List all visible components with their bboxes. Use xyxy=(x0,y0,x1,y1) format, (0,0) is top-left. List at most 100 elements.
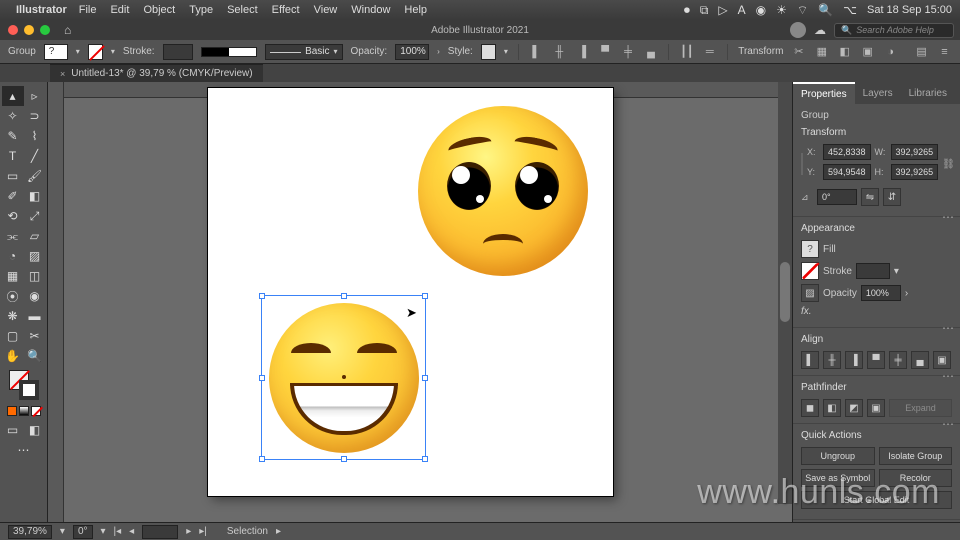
distribute-h-icon[interactable]: ┃┃ xyxy=(679,45,694,58)
cc-icon[interactable]: ◉ xyxy=(756,3,766,17)
menu-file[interactable]: File xyxy=(79,4,97,16)
panel-menu-icon[interactable]: ≡ xyxy=(937,46,952,58)
home-icon[interactable]: ⌂ xyxy=(64,23,71,37)
link-wh-icon[interactable]: ⛓ xyxy=(942,159,955,170)
menu-object[interactable]: Object xyxy=(143,4,175,16)
shape-builder-tool[interactable]: ◔ xyxy=(2,246,24,266)
stroke-dropdown-icon[interactable]: ▾ xyxy=(111,47,115,56)
align-bottom-btn[interactable]: ▄ xyxy=(911,351,929,369)
eraser-tool[interactable]: ◧ xyxy=(24,186,46,206)
color-mode-none[interactable] xyxy=(31,406,41,416)
width-tool[interactable]: ⫘ xyxy=(2,226,24,246)
play-icon[interactable]: ▷ xyxy=(718,3,727,17)
pf-minus-btn[interactable]: ◧ xyxy=(823,399,841,417)
mask-icon[interactable]: ◧ xyxy=(837,45,852,58)
selection-bounding-box[interactable] xyxy=(261,295,426,460)
eyedropper-tool[interactable]: ⦿ xyxy=(2,286,24,306)
stroke-swatch-panel[interactable] xyxy=(801,262,819,280)
free-transform-tool[interactable]: ▱ xyxy=(24,226,46,246)
opacity-icon[interactable]: ▨ xyxy=(801,284,819,302)
magic-wand-tool[interactable]: ✧ xyxy=(2,106,24,126)
stroke-indicator[interactable] xyxy=(19,380,39,400)
align-top-btn[interactable]: ▀ xyxy=(867,351,885,369)
vertical-scrollbar[interactable] xyxy=(778,82,792,504)
resize-handle-sw[interactable] xyxy=(259,456,265,462)
screen-mode-tool[interactable]: ▭ xyxy=(2,420,24,440)
paintbrush-tool[interactable]: 🖌 xyxy=(24,166,46,186)
menu-effect[interactable]: Effect xyxy=(272,4,300,16)
gradient-tool[interactable]: ◫ xyxy=(24,266,46,286)
stroke-swatch[interactable] xyxy=(88,44,103,60)
artboard-number-field[interactable] xyxy=(142,525,178,539)
zoom-tool[interactable]: 🔍 xyxy=(24,346,46,366)
help-search[interactable]: 🔍 Search Adobe Help xyxy=(834,23,954,38)
recolor-icon[interactable]: ◑ xyxy=(883,46,898,58)
tab-libraries[interactable]: Libraries xyxy=(901,82,955,104)
graph-tool[interactable]: ▬ xyxy=(24,306,46,326)
flip-h-icon[interactable]: ⇋ xyxy=(861,188,879,206)
rotate-view-field[interactable]: 0° xyxy=(73,525,93,539)
save-symbol-button[interactable]: Save as Symbol xyxy=(801,469,875,487)
pathfinder-more-icon[interactable]: ⋯ xyxy=(942,417,954,431)
reference-point-widget[interactable] xyxy=(801,153,803,175)
transform-label[interactable]: Transform xyxy=(738,46,783,57)
symbol-sprayer-tool[interactable]: ❋ xyxy=(2,306,24,326)
pf-intersect-btn[interactable]: ◩ xyxy=(845,399,863,417)
screen-icon[interactable]: ⧉ xyxy=(700,3,709,18)
style-swatch[interactable] xyxy=(481,44,496,60)
close-tab-icon[interactable]: × xyxy=(60,69,65,79)
align-vcenter-btn[interactable]: ╪ xyxy=(889,351,907,369)
y-field[interactable]: 594,9548 xyxy=(823,164,871,180)
pen-tool[interactable]: ✎ xyxy=(2,126,24,146)
opacity-expand-icon[interactable]: › xyxy=(437,47,440,56)
stroke-weight-panel[interactable] xyxy=(856,263,890,279)
cloud-icon[interactable]: ☁ xyxy=(814,23,826,37)
menu-window[interactable]: Window xyxy=(351,4,390,16)
shaper-tool[interactable]: ✐ xyxy=(2,186,24,206)
menu-view[interactable]: View xyxy=(314,4,338,16)
menu-type[interactable]: Type xyxy=(189,4,213,16)
align-hcenter-icon[interactable]: ╫ xyxy=(552,46,567,58)
artboard-nav-next-icon[interactable]: ▸ xyxy=(186,526,191,537)
ruler-vertical[interactable] xyxy=(48,82,64,522)
stroke-weight-field[interactable] xyxy=(163,44,194,60)
align-left-icon[interactable]: ▌ xyxy=(529,46,544,58)
align-vcenter-icon[interactable]: ╪ xyxy=(621,46,636,58)
close-window-button[interactable] xyxy=(8,25,18,35)
fx-label[interactable]: fx. xyxy=(801,306,812,317)
opacity-field[interactable]: 100% xyxy=(395,44,429,60)
fill-dropdown-icon[interactable]: ▾ xyxy=(76,47,80,56)
scale-tool[interactable]: ⤢ xyxy=(24,206,46,226)
app-name[interactable]: Illustrator xyxy=(16,4,67,16)
isolate-icon[interactable]: ✂ xyxy=(791,45,806,58)
resize-handle-ne[interactable] xyxy=(422,293,428,299)
perspective-tool[interactable]: ▨ xyxy=(24,246,46,266)
color-mode-gradient[interactable] xyxy=(19,406,29,416)
spotlight-icon[interactable]: 🔍 xyxy=(818,3,833,17)
draw-mode-tool[interactable]: ◧ xyxy=(24,420,46,440)
scrollbar-thumb[interactable] xyxy=(780,262,790,322)
rotate-field[interactable]: 0° xyxy=(817,189,857,205)
tab-layers[interactable]: Layers xyxy=(855,82,901,104)
align-bottom-icon[interactable]: ▄ xyxy=(644,46,659,58)
artboard-nav-first-icon[interactable]: |◂ xyxy=(114,526,122,537)
artboard-nav-prev-icon[interactable]: ◂ xyxy=(129,526,134,537)
arrange-docs-icon[interactable]: ▤ xyxy=(914,45,929,58)
hand-tool[interactable]: ✋ xyxy=(2,346,24,366)
menu-help[interactable]: Help xyxy=(404,4,427,16)
slice-tool[interactable]: ✂ xyxy=(24,326,46,346)
curvature-tool[interactable]: ⌇ xyxy=(24,126,46,146)
document-tab[interactable]: × Untitled-13* @ 39,79 % (CMYK/Preview) xyxy=(50,64,263,82)
resize-handle-e[interactable] xyxy=(422,375,428,381)
zoom-field[interactable]: 39,79% xyxy=(8,525,52,539)
distribute-v-icon[interactable]: ═ xyxy=(702,46,717,58)
control-center-icon[interactable]: ⌥ xyxy=(843,3,857,17)
resize-handle-w[interactable] xyxy=(259,375,265,381)
type-tool[interactable]: T xyxy=(2,146,24,166)
direct-selection-tool[interactable]: ▹ xyxy=(24,86,46,106)
select-similar-icon[interactable]: ▣ xyxy=(860,45,875,58)
clock[interactable]: Sat 18 Sep 15:00 xyxy=(867,4,952,16)
global-edit-button[interactable]: Start Global Edit xyxy=(801,491,952,509)
blend-tool[interactable]: ◉ xyxy=(24,286,46,306)
pf-unite-btn[interactable]: ◼ xyxy=(801,399,819,417)
